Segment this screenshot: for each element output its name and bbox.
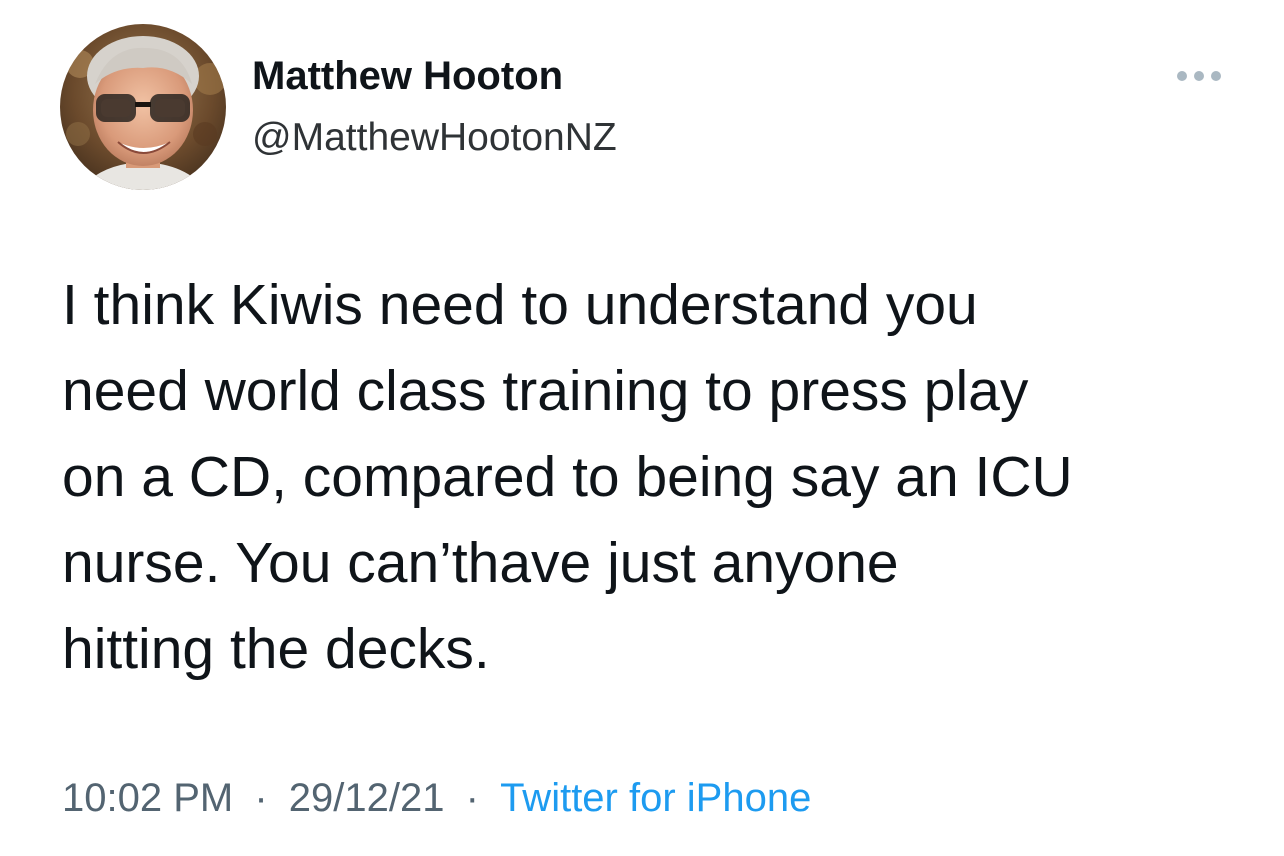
meta-separator: · [254, 776, 268, 820]
tweet-card: Matthew Hooton @MatthewHootonNZ I think … [0, 0, 1284, 856]
tweet-source-link[interactable]: Twitter for iPhone [500, 776, 811, 821]
author-display-name[interactable]: Matthew Hooton [252, 54, 563, 99]
avatar-photo-icon [60, 24, 226, 190]
more-options-button[interactable] [1174, 64, 1224, 88]
tweet-date[interactable]: 29/12/21 [289, 776, 445, 821]
tweet-text: I think Kiwis need to understand you nee… [62, 273, 1073, 681]
tweet-meta: 10:02 PM · 29/12/21 · Twitter for iPhone [62, 776, 811, 821]
tweet-time[interactable]: 10:02 PM [62, 776, 233, 821]
avatar[interactable] [60, 24, 226, 190]
author-handle[interactable]: @MatthewHootonNZ [252, 116, 617, 160]
meta-separator: · [465, 776, 479, 820]
more-horizontal-icon [1177, 71, 1221, 81]
